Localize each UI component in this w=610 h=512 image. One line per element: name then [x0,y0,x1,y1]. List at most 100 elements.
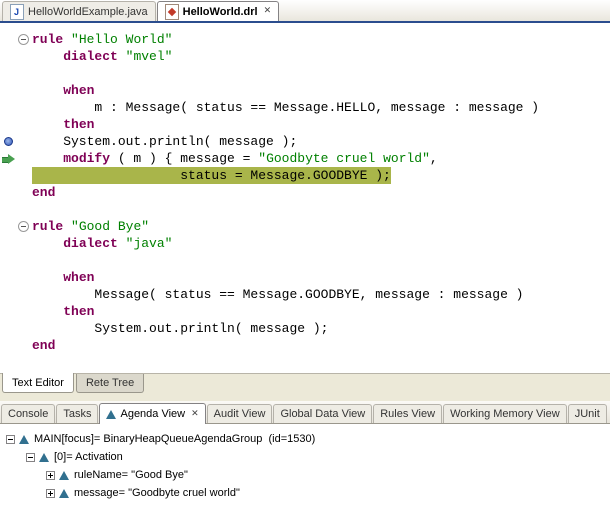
string-token: "Hello World" [71,32,172,47]
keyword-token: then [63,117,94,132]
code-line[interactable]: status = Message.GOODBYE ); [32,167,610,184]
code-token [63,32,71,47]
string-token: "Good Bye" [71,219,149,234]
code-line-text: when [32,269,94,286]
view-tab-label: JUnit [575,408,600,420]
java-file-icon [10,4,24,20]
code-token [32,49,63,64]
code-line[interactable]: Message( status == Message.GOODBYE, mess… [32,286,610,303]
keyword-token: end [32,185,55,200]
code-line-text: System.out.println( message ); [32,320,328,337]
view-tab-label: Agenda View [120,408,185,420]
view-tab-global-data-view[interactable]: Global Data View [273,404,372,423]
fold-minus-icon[interactable] [18,221,29,232]
code-line-text: rule "Hello World" [32,31,172,48]
code-line[interactable]: dialect "mvel" [32,48,610,65]
fold-minus-icon[interactable] [18,34,29,45]
view-tab-bar: Console Tasks Agenda View ✕ Audit View Global… [0,401,610,424]
tree-row[interactable]: message= "Goodbyte cruel world" [0,484,610,502]
code-line[interactable] [32,201,610,218]
code-token [32,83,63,98]
keyword-token: rule [32,219,63,234]
drl-file-icon [165,4,179,20]
code-token [32,117,63,132]
code-line-text: dialect "mvel" [32,48,172,65]
page-tab-text-editor[interactable]: Text Editor [2,373,74,393]
editor-tab-bar: HelloWorldExample.java HelloWorld.drl ✕ [0,0,610,23]
view-tab-audit-view[interactable]: Audit View [207,404,273,423]
tree-row[interactable]: ruleName= "Good Bye" [0,466,610,484]
code-area[interactable]: rule "Hello World" dialect "mvel" when m… [32,23,610,373]
code-line[interactable] [32,65,610,82]
code-line[interactable]: m : Message( status == Message.HELLO, me… [32,99,610,116]
code-token [118,236,126,251]
close-icon[interactable]: ✕ [191,410,199,419]
keyword-token: dialect [63,236,118,251]
code-line[interactable]: then [32,116,610,133]
keyword-token: when [63,270,94,285]
keyword-token: end [32,338,55,353]
code-line[interactable]: modify ( m ) { message = "Goodbyte cruel… [32,150,610,167]
code-line[interactable]: end [32,337,610,354]
code-token: ( m ) { message = [110,151,258,166]
code-token: Message( status == Message.GOODBYE, mess… [32,287,523,302]
marker-gutter[interactable] [0,23,16,373]
fold-gutter[interactable] [16,23,32,373]
view-tab-tasks[interactable]: Tasks [56,404,98,423]
close-icon[interactable]: ✕ [264,7,272,16]
code-line[interactable]: end [32,184,610,201]
view-tab-working-memory-view[interactable]: Working Memory View [443,404,567,423]
agenda-view-icon [106,410,116,419]
string-token: "mvel" [126,49,173,64]
view-tab-agenda-view[interactable]: Agenda View ✕ [99,403,205,424]
keyword-token: dialect [63,49,118,64]
tree-expand-icon[interactable] [46,471,55,480]
code-line[interactable]: rule "Good Bye" [32,218,610,235]
string-token: "Goodbyte cruel world" [258,151,430,166]
editor-tab-helloworldexample-java[interactable]: HelloWorldExample.java [2,1,156,21]
code-line[interactable]: when [32,269,610,286]
code-line-text: end [32,184,55,201]
page-tab-rete-tree[interactable]: Rete Tree [76,374,144,393]
code-line-text: when [32,82,94,99]
view-tab-console[interactable]: Console [1,404,55,423]
code-line-text: then [32,303,94,320]
view-tab-rules-view[interactable]: Rules View [373,404,442,423]
code-token [118,49,126,64]
code-line-text: then [32,116,94,133]
eclipse-drools-window: { "window": {"background": "#ece9d8"}, "… [0,0,610,512]
editor-tab-label: HelloWorld.drl [183,6,258,18]
code-line[interactable]: System.out.println( message ); [32,133,610,150]
code-line[interactable]: dialect "java" [32,235,610,252]
agenda-tree: MAIN[focus]= BinaryHeapQueueAgendaGroup … [0,424,610,512]
code-line[interactable]: System.out.println( message ); [32,320,610,337]
code-line[interactable]: rule "Hello World" [32,31,610,48]
tree-expand-icon[interactable] [46,489,55,498]
code-line[interactable]: then [32,303,610,320]
code-token [32,151,63,166]
tree-item-label: message= "Goodbyte cruel world" [74,487,240,499]
view-tab-label: Console [8,408,48,420]
tree-collapse-icon[interactable] [6,435,15,444]
code-line-text: modify ( m ) { message = "Goodbyte cruel… [32,150,438,167]
editor-tab-helloworld-drl[interactable]: HelloWorld.drl ✕ [157,1,280,21]
code-token [32,304,63,319]
tree-row[interactable]: [0]= Activation [0,448,610,466]
view-tab-junit[interactable]: JUnit [568,404,607,423]
tree-collapse-icon[interactable] [26,453,35,462]
string-token: "java" [126,236,173,251]
code-line[interactable] [32,252,610,269]
code-token [32,270,63,285]
view-tab-label: Global Data View [280,408,365,420]
keyword-token: when [63,83,94,98]
code-line-text: System.out.println( message ); [32,133,297,150]
code-line-text: end [32,337,55,354]
code-line-text: status = Message.GOODBYE ); [32,167,391,184]
code-editor: rule "Hello World" dialect "mvel" when m… [0,23,610,373]
code-line-text: rule "Good Bye" [32,218,149,235]
code-token [32,236,63,251]
tree-row[interactable]: MAIN[focus]= BinaryHeapQueueAgendaGroup … [0,430,610,448]
view-tab-label: Audit View [214,408,266,420]
code-line[interactable]: when [32,82,610,99]
code-token: System.out.println( message ); [32,321,328,336]
